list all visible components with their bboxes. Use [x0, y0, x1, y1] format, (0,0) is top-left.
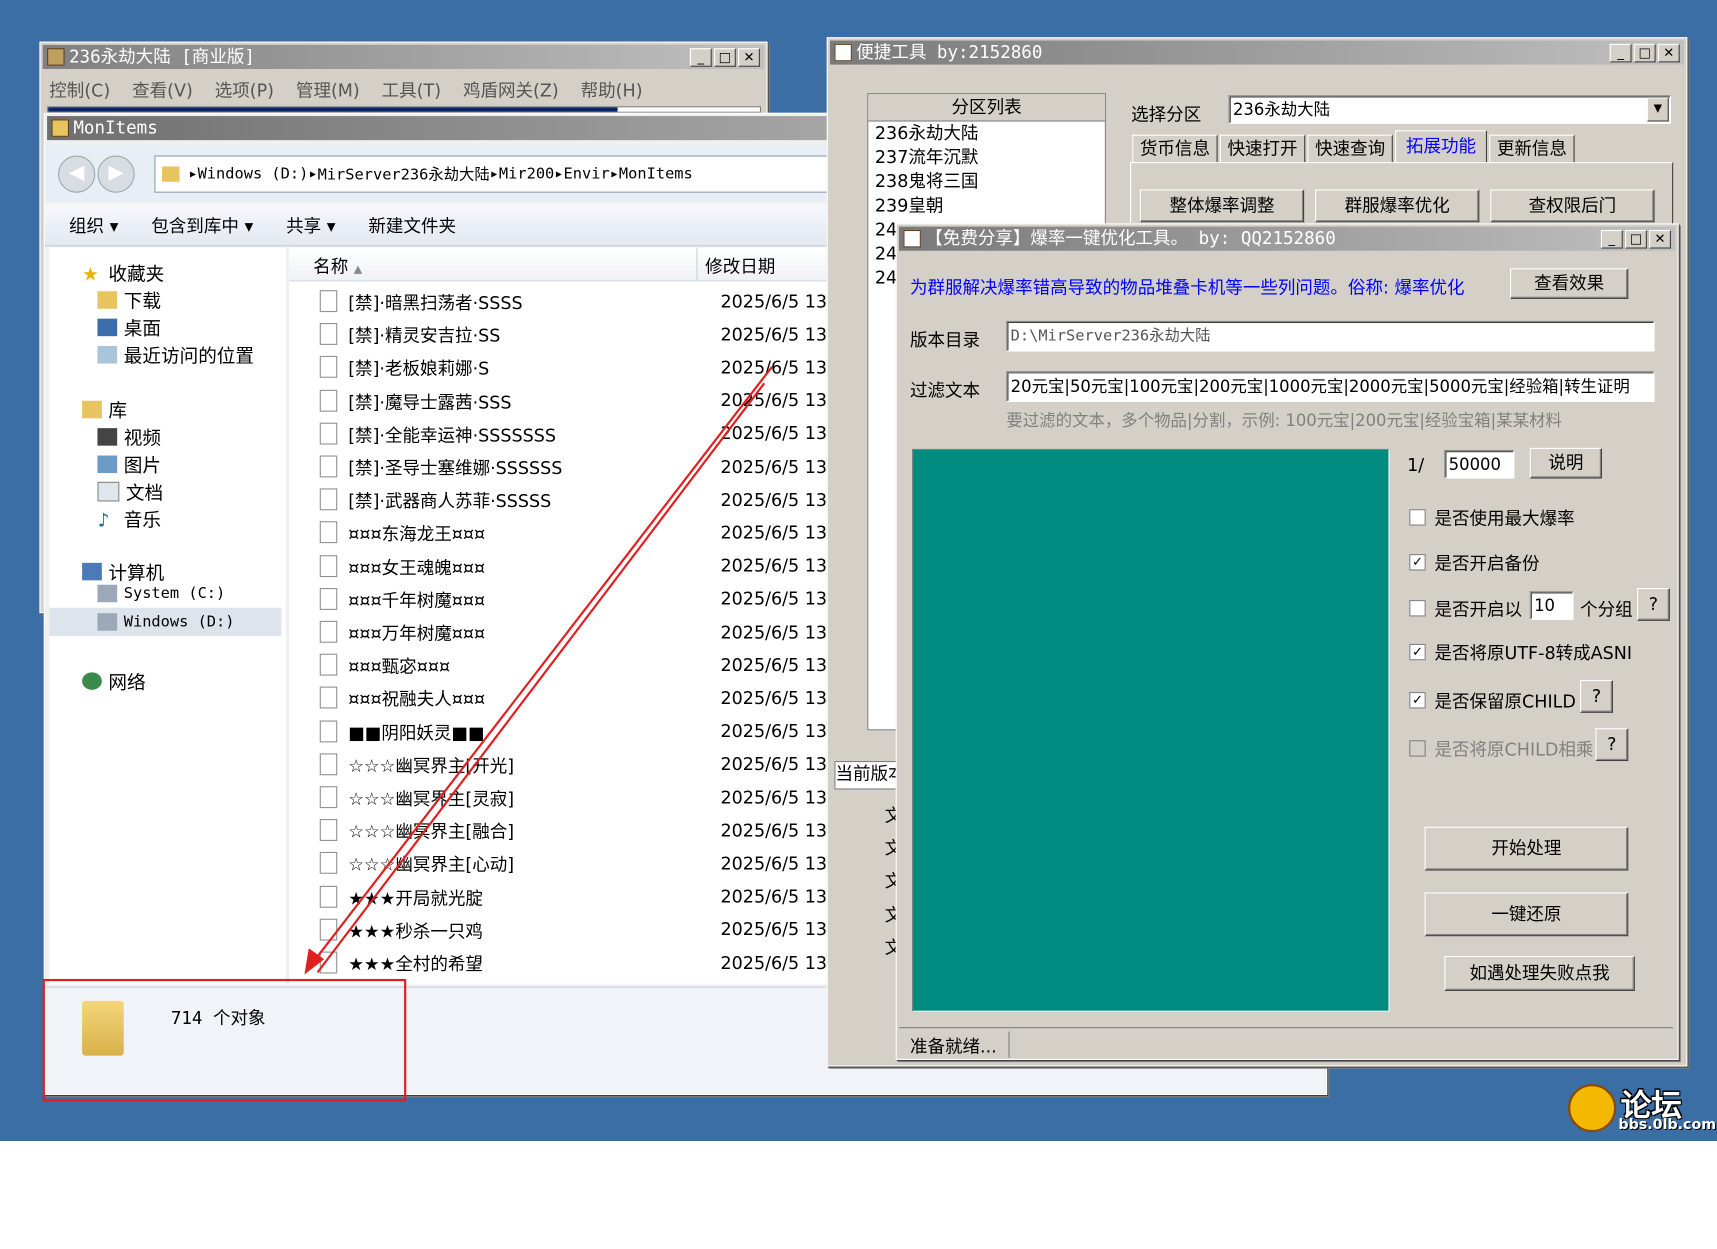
watermark-logo: 论坛 bbs.0lb.com	[1568, 1084, 1716, 1133]
annotation-overlay	[42, 366, 773, 1102]
arrow-line	[311, 366, 773, 965]
watermark-url: bbs.0lb.com	[1618, 1116, 1717, 1134]
logo-badge-icon	[1568, 1084, 1617, 1133]
highlight-box	[42, 978, 407, 1102]
desktop: 236永劫大陆 [商业版] _ □ ✕ 控制(C) 查看(V) 选项(P) 管理…	[0, 0, 1717, 1141]
arrow-line	[316, 382, 766, 974]
